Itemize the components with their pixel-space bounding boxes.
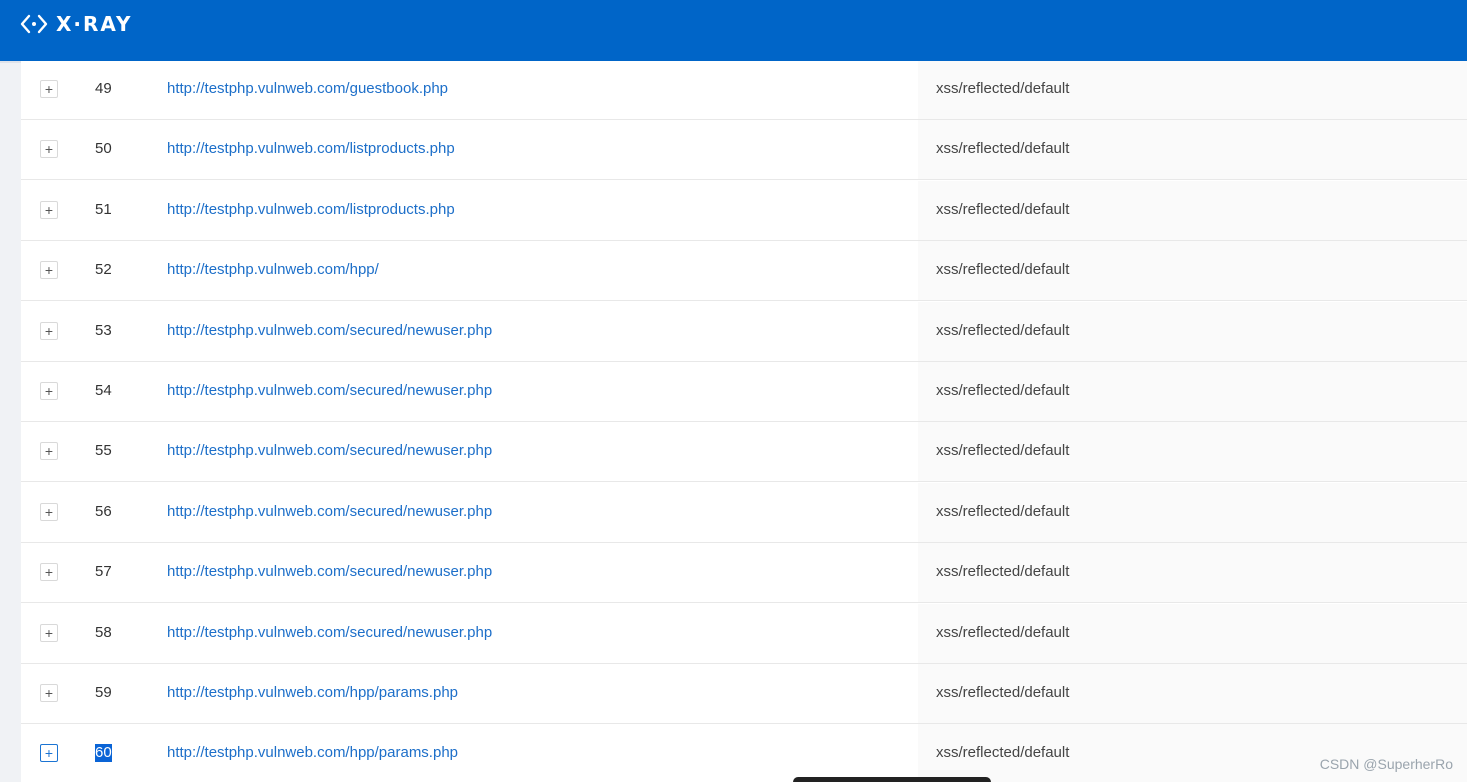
expand-row-button[interactable]: +	[40, 321, 58, 340]
target-url-link[interactable]: http://testphp.vulnweb.com/secured/newus…	[167, 442, 492, 460]
table-row: +51 http://testphp.vulnweb.com/listproduc…	[21, 180, 1467, 241]
expand-row-button[interactable]: +	[40, 261, 58, 280]
expand-row-button[interactable]: +	[40, 744, 58, 763]
target-url-link[interactable]: http://testphp.vulnweb.com/secured/newus…	[167, 382, 492, 400]
table-row: +57 http://testphp.vulnweb.com/secured/ne…	[21, 543, 1467, 604]
target-url-link[interactable]: http://testphp.vulnweb.com/guestbook.php	[167, 80, 448, 98]
table-row: +50 http://testphp.vulnweb.com/listproduc…	[21, 120, 1467, 181]
expand-row-button[interactable]: +	[40, 684, 58, 702]
app-header: X·RAY	[0, 0, 1467, 61]
target-url-link[interactable]: http://testphp.vulnweb.com/secured/newus…	[167, 624, 492, 642]
target-url-link[interactable]: http://testphp.vulnweb.com/hpp/params.ph…	[167, 744, 458, 762]
row-index: 53	[95, 321, 112, 339]
vulnerability-table: +49 http://testphp.vulnweb.com/guestbook.…	[21, 61, 1467, 782]
expand-row-button[interactable]: +	[40, 623, 58, 642]
plugin-name: xss/reflected/default	[936, 261, 1070, 279]
taskbar-handle	[793, 777, 991, 782]
expand-row-button[interactable]: +	[40, 563, 58, 582]
plugin-name: xss/reflected/default	[936, 502, 1070, 520]
plugin-name: xss/reflected/default	[936, 321, 1070, 339]
table-row: +49 http://testphp.vulnweb.com/guestbook.…	[21, 61, 1467, 120]
plugin-name: xss/reflected/default	[936, 684, 1070, 701]
row-index: 55	[95, 442, 112, 460]
expand-row-button[interactable]: +	[40, 442, 58, 461]
expand-row-button[interactable]: +	[40, 140, 58, 159]
table-row: +53 http://testphp.vulnweb.com/secured/ne…	[21, 301, 1467, 362]
table-row: +55 http://testphp.vulnweb.com/secured/ne…	[21, 422, 1467, 483]
target-url-link[interactable]: http://testphp.vulnweb.com/hpp/	[167, 261, 379, 279]
table-row: +54 http://testphp.vulnweb.com/secured/ne…	[21, 362, 1467, 422]
plugin-name: xss/reflected/default	[936, 442, 1070, 460]
app-title: X·RAY	[56, 12, 133, 36]
target-url-link[interactable]: http://testphp.vulnweb.com/listproducts.…	[167, 201, 455, 219]
expand-row-button[interactable]: +	[40, 502, 58, 521]
plugin-name: xss/reflected/default	[936, 563, 1070, 581]
target-url-link[interactable]: http://testphp.vulnweb.com/secured/newus…	[167, 503, 492, 521]
plugin-name: xss/reflected/default	[936, 382, 1070, 399]
table-row: +56 http://testphp.vulnweb.com/secured/ne…	[21, 482, 1467, 543]
plugin-name: xss/reflected/default	[936, 744, 1070, 762]
expand-row-button[interactable]: +	[40, 80, 58, 98]
plugin-name: xss/reflected/default	[936, 140, 1070, 158]
plugin-name: xss/reflected/default	[936, 80, 1070, 97]
expand-row-button[interactable]: +	[40, 382, 58, 400]
plugin-name: xss/reflected/default	[936, 200, 1070, 218]
row-index: 60	[95, 744, 112, 763]
row-index: 57	[95, 563, 112, 581]
row-index: 56	[95, 502, 112, 520]
row-index: 50	[95, 140, 112, 158]
table-row: +59 http://testphp.vulnweb.com/hpp/params…	[21, 664, 1467, 724]
row-index: 58	[95, 623, 112, 641]
row-index: 52	[95, 261, 112, 279]
row-index: 49	[95, 80, 112, 97]
target-url-link[interactable]: http://testphp.vulnweb.com/secured/newus…	[167, 322, 492, 340]
target-url-link[interactable]: http://testphp.vulnweb.com/listproducts.…	[167, 140, 455, 158]
watermark: CSDN @SuperherRo	[1319, 756, 1453, 772]
target-url-link[interactable]: http://testphp.vulnweb.com/hpp/params.ph…	[167, 684, 458, 702]
table-row: +60 http://testphp.vulnweb.com/hpp/params…	[21, 724, 1467, 782]
row-index: 54	[95, 382, 112, 399]
plugin-name: xss/reflected/default	[936, 623, 1070, 641]
row-index: 59	[95, 684, 112, 701]
row-index: 51	[95, 200, 112, 218]
expand-row-button[interactable]: +	[40, 200, 58, 219]
table-row: +52 http://testphp.vulnweb.com/hpp/xss/re…	[21, 241, 1467, 302]
target-url-link[interactable]: http://testphp.vulnweb.com/secured/newus…	[167, 563, 492, 581]
table-row: +58 http://testphp.vulnweb.com/secured/ne…	[21, 603, 1467, 664]
xray-logo[interactable]: X·RAY	[20, 12, 132, 36]
xray-logo-icon	[20, 14, 48, 34]
